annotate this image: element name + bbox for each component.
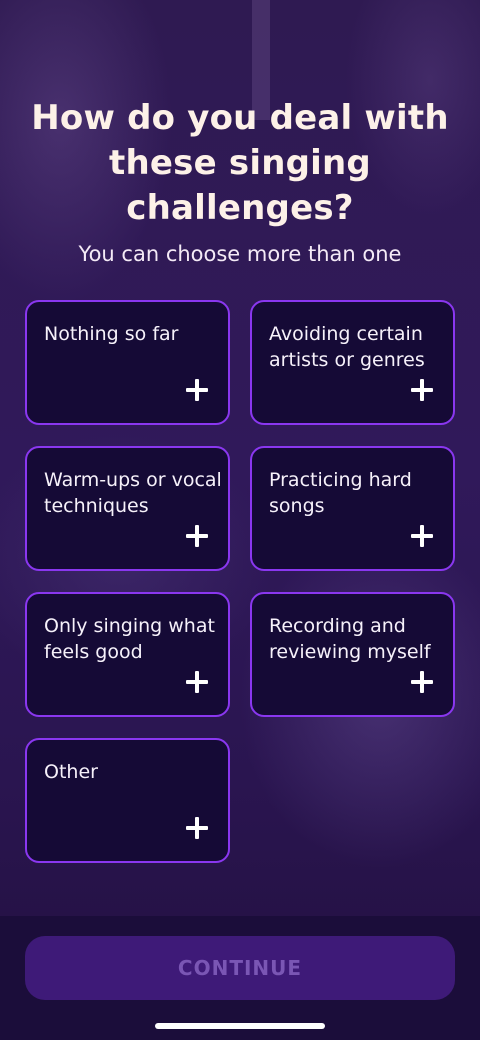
option-warm-ups[interactable]: Warm-ups or vocal techniques [25,446,230,571]
plus-icon [186,671,208,693]
plus-icon [186,817,208,839]
option-label: Recording and reviewing myself [269,615,431,663]
plus-icon [411,671,433,693]
option-label: Practicing hard songs [269,469,412,517]
option-recording-and-reviewing[interactable]: Recording and reviewing myself [250,592,455,717]
plus-icon [411,525,433,547]
onboarding-screen: How do you deal with these singing chall… [0,0,480,1040]
plus-icon [186,525,208,547]
question-subtitle: You can choose more than one [78,242,402,266]
option-label: Avoiding certain artists or genres [269,323,425,371]
options-grid: Nothing so far Avoiding certain artists … [25,300,455,863]
option-other[interactable]: Other [25,738,230,863]
plus-icon [186,379,208,401]
option-only-singing-what-feels-good[interactable]: Only singing what feels good [25,592,230,717]
continue-button[interactable]: CONTINUE [25,936,455,1000]
option-nothing-so-far[interactable]: Nothing so far [25,300,230,425]
question-title: How do you deal with these singing chall… [31,98,449,228]
option-label: Nothing so far [44,323,179,345]
option-label: Other [44,761,98,783]
plus-icon [411,379,433,401]
home-indicator[interactable] [155,1023,325,1029]
option-label: Warm-ups or vocal techniques [44,469,222,517]
option-label: Only singing what feels good [44,615,215,663]
option-practicing-hard-songs[interactable]: Practicing hard songs [250,446,455,571]
option-avoiding-artists-genres[interactable]: Avoiding certain artists or genres [250,300,455,425]
